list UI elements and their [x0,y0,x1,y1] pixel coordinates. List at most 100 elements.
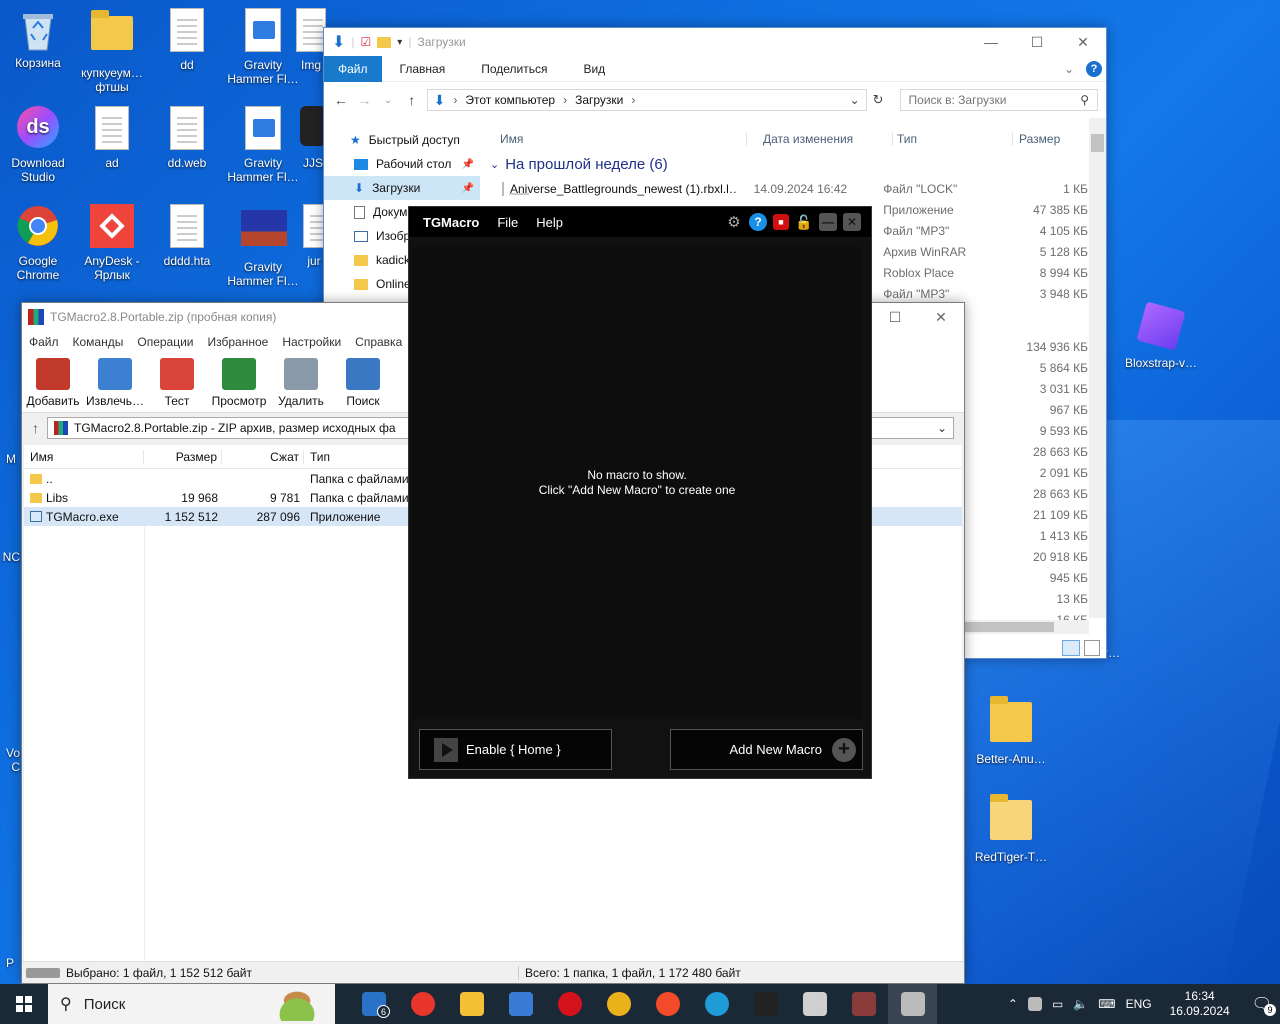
menu-commands[interactable]: Команды [66,335,131,349]
close-button[interactable]: ✕ [918,303,964,331]
desktop-icon-gravity-1[interactable]: Gravity Hammer Fl… [225,8,301,86]
up-arrow-icon[interactable]: ↑ [32,420,39,436]
desktop-icon-recycle-bin[interactable]: Корзина [0,8,76,70]
tab-share[interactable]: Поделиться [463,56,565,82]
close-icon[interactable]: ✕ [843,213,861,231]
taskbar-app-button[interactable] [741,984,790,1024]
path-dropdown-icon[interactable]: ⌄ [937,421,947,435]
menu-favorites[interactable]: Избранное [201,335,276,349]
start-button[interactable] [0,984,48,1024]
unlock-icon[interactable]: 🔓 [795,213,813,231]
toolbar-button[interactable]: Удалить [270,353,332,412]
nav-item-desktop[interactable]: Рабочий стол 📌 [324,152,480,176]
details-view-icon[interactable] [1062,640,1080,656]
taskbar-search-box[interactable]: ⚲ Поиск [48,984,335,1024]
taskbar-app-button[interactable] [643,984,692,1024]
taskbar-app-button[interactable] [545,984,594,1024]
column-type[interactable]: Тип [304,450,330,464]
horizontal-scrollbar[interactable] [964,620,1089,634]
enable-button[interactable]: Enable { Home } [419,729,612,770]
desktop-icon-img[interactable]: Img [296,8,326,72]
desktop-icon-better-anu[interactable]: Better-Anu… [973,694,1049,766]
maximize-button[interactable]: ☐ [872,303,918,331]
add-new-macro-button[interactable]: Add New Macro + [670,729,863,770]
customize-qa-icon[interactable]: ▾ [397,37,402,48]
forward-arrow-icon[interactable]: → [356,92,374,108]
tray-app-icon[interactable] [1027,997,1042,1011]
clock[interactable]: 16:34 16.09.2024 [1170,989,1230,1019]
desktop-icon-dd-web[interactable]: dd.web [149,106,225,170]
new-folder-icon[interactable] [377,36,392,48]
desktop-icon-gravity-3[interactable]: Gravity Hammer Fl… [225,204,301,288]
menu-file[interactable]: File [497,215,518,230]
close-button[interactable]: ✕ [1060,28,1106,56]
column-type[interactable]: Тип [892,132,1012,146]
desktop-icon-redtiger[interactable]: RedTiger-T… [973,792,1049,864]
menu-operations[interactable]: Операции [130,335,200,349]
toolbar-button[interactable]: Добавить [22,353,84,412]
up-arrow-icon[interactable]: ↑ [403,92,421,108]
desktop-icon-ad[interactable]: ad [74,106,150,170]
column-date[interactable]: Дата изменения [746,132,892,146]
touch-keyboard-icon[interactable]: ⌨ [1098,997,1115,1011]
column-name[interactable]: Имя [484,132,746,146]
column-name[interactable]: Имя [24,449,144,464]
minimize-button[interactable]: — [968,28,1014,56]
desktop-icon-download-studio[interactable]: ds Download Studio [0,106,76,184]
address-dropdown-icon[interactable]: ⌄ [850,93,860,107]
taskbar-app-button[interactable] [790,984,839,1024]
tab-file[interactable]: Файл [324,55,382,82]
toolbar-button[interactable]: Извлечь… [84,353,146,412]
column-size[interactable]: Размер [1012,132,1082,146]
menu-help[interactable]: Справка [348,335,409,349]
address-bar[interactable]: ⬇ › Этот компьютер › Загрузки › ⌄ [426,89,867,111]
taskbar-app-button[interactable] [398,984,447,1024]
tab-home[interactable]: Главная [382,56,464,82]
toolbar-button[interactable]: Просмотр [208,353,270,412]
desktop-icon-dd[interactable]: dd [149,8,225,72]
ribbon-expand-icon[interactable]: ⌄ [1064,62,1074,76]
desktop-icon-folder[interactable]: купкуеум… фтшы [74,8,150,94]
properties-icon[interactable]: ☑ [361,35,372,49]
network-icon[interactable]: ▭ [1052,997,1063,1011]
minimize-icon[interactable]: — [819,213,837,231]
desktop-icon-dddd-hta[interactable]: dddd.hta [149,204,225,268]
column-packed[interactable]: Сжат [222,449,304,464]
download-arrow-icon[interactable]: ⬇ [332,32,345,52]
notifications-icon[interactable]: 🗨 9 [1252,994,1276,1016]
taskbar-app-button[interactable] [692,984,741,1024]
taskbar-app-button[interactable] [888,984,937,1024]
maximize-button[interactable]: ☐ [1014,28,1060,56]
gear-icon[interactable]: ⚙ [725,213,743,231]
desktop-icon-jur[interactable]: jur [303,204,325,268]
breadcrumb-this-pc[interactable]: Этот компьютер [465,93,555,107]
menu-settings[interactable]: Настройки [275,335,348,349]
help-icon[interactable]: ? [1086,60,1102,77]
volume-icon[interactable]: 🔈 [1073,997,1088,1011]
record-icon[interactable]: ■ [773,214,789,230]
taskbar-app-button[interactable] [594,984,643,1024]
desktop-icon-anydesk[interactable]: AnyDesk - Ярлык [74,204,150,282]
toolbar-button[interactable]: Поиск [332,353,394,412]
file-row[interactable]: Aniverse_Battlegrounds_newest (1).rbxl.l… [484,178,1088,199]
tray-overflow-icon[interactable]: ⌃ [1008,997,1018,1011]
vertical-scrollbar[interactable] [1089,118,1106,618]
desktop-icon-chrome[interactable]: Google Chrome [0,204,76,282]
nav-item-quick-access[interactable]: ★ Быстрый доступ [324,128,480,152]
desktop-icon-gravity-2[interactable]: Gravity Hammer Fl… [225,106,301,184]
menu-help[interactable]: Help [536,215,563,230]
help-icon[interactable]: ? [749,213,767,231]
language-indicator[interactable]: ENG [1126,997,1152,1011]
taskbar-app-button[interactable] [496,984,545,1024]
recent-dropdown-icon[interactable]: ⌄ [379,95,397,106]
taskbar-app-button[interactable]: 6 [349,984,398,1024]
scroll-thumb[interactable] [1091,134,1104,152]
back-arrow-icon[interactable]: ← [332,92,350,108]
taskbar-app-button[interactable] [839,984,888,1024]
search-input[interactable]: Поиск в: Загрузки ⚲ [899,89,1098,111]
desktop-icon-bloxstrap[interactable]: Bloxstrap-v… [1123,301,1199,370]
menu-file[interactable]: Файл [22,335,66,349]
column-size[interactable]: Размер [144,449,222,464]
nav-item-downloads[interactable]: ⬇ Загрузки 📌 [324,176,480,200]
group-header[interactable]: ⌄ На прошлой неделе (6) [484,150,1088,178]
